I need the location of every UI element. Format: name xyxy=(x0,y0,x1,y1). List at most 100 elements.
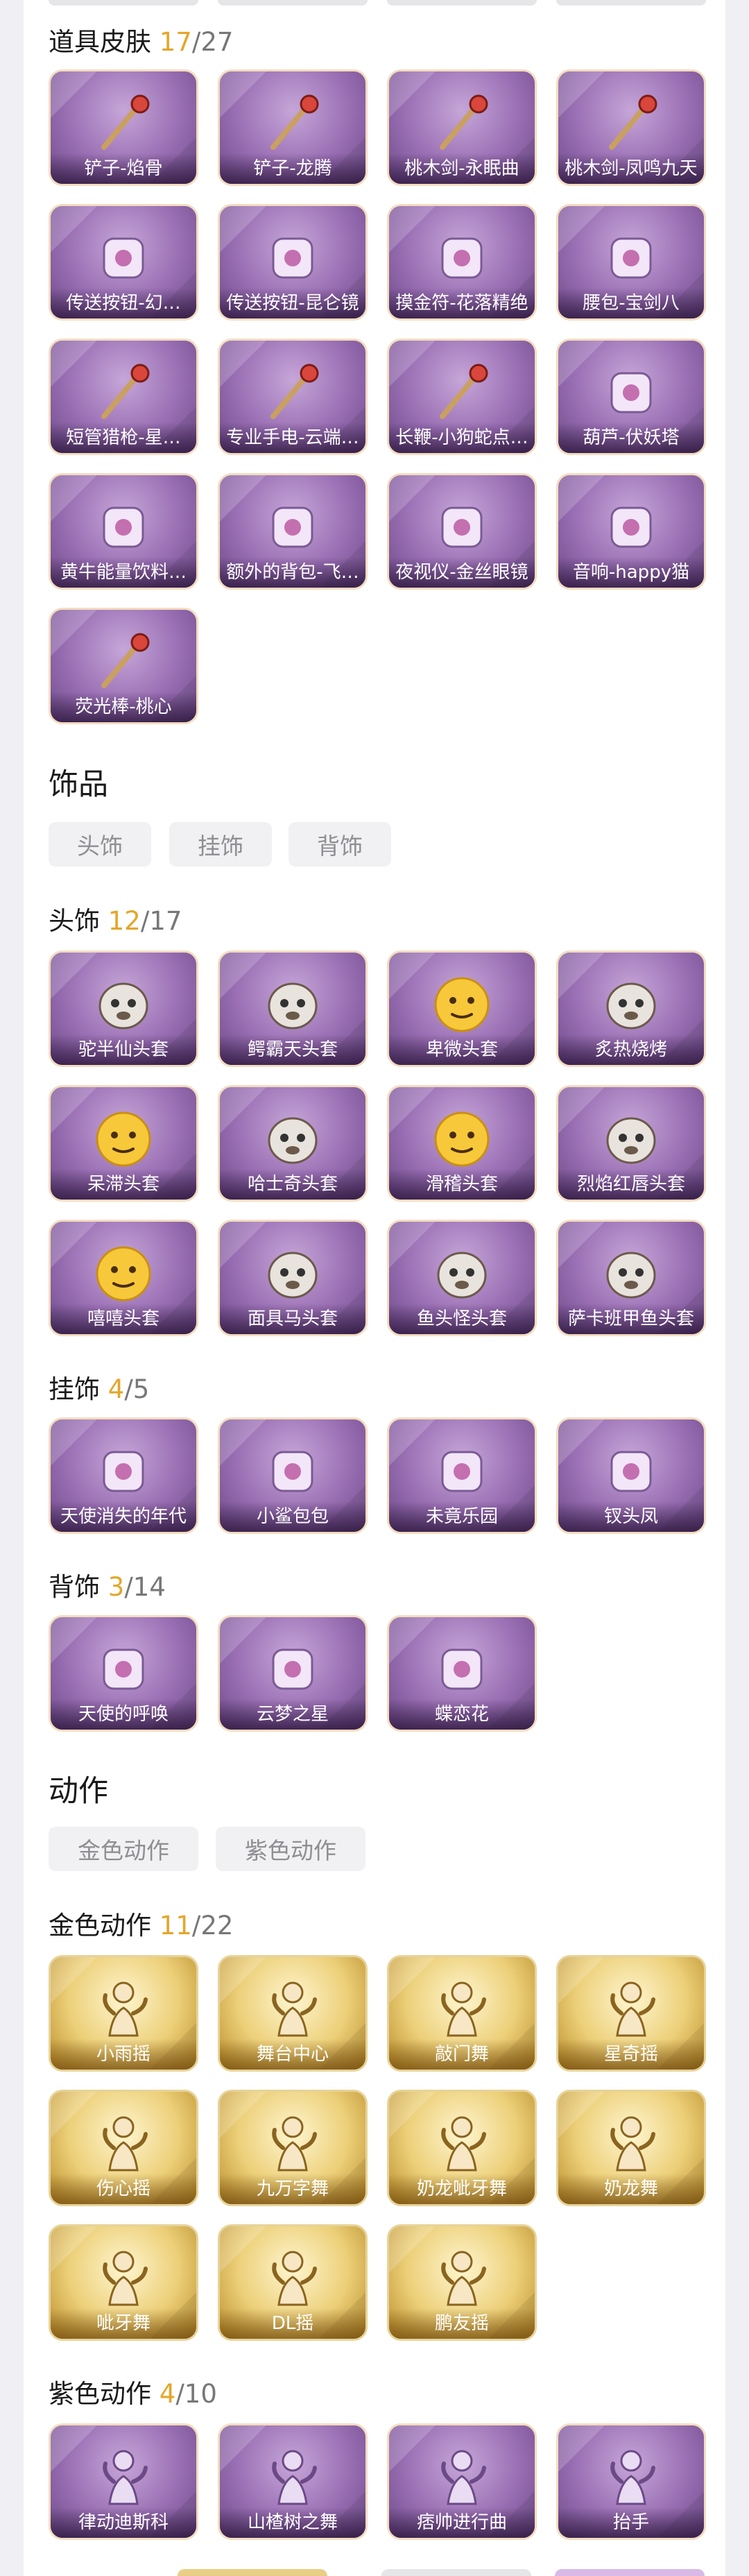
chip-gold-actions[interactable]: 金色动作 xyxy=(49,1827,198,1871)
purple-actions-heading: 紫色动作 4/10 xyxy=(49,2373,217,2410)
collection-item-card[interactable]: 律动迪斯科 xyxy=(49,2423,198,2540)
collection-item-card[interactable]: 鳄霸天头套 xyxy=(218,950,368,1067)
section-title: 紫色动作 xyxy=(49,2379,151,2409)
collection-item-card[interactable]: 钗头凤 xyxy=(556,1417,706,1534)
item-label: 驼半仙头套 xyxy=(51,1034,196,1065)
collection-item-card[interactable]: 烈焰红唇头套 xyxy=(556,1085,706,1202)
owned-count: 3 xyxy=(107,1572,125,1602)
collection-item-card[interactable]: 云梦之星 xyxy=(218,1615,368,1732)
collection-item-card[interactable]: 铲子-焰骨 xyxy=(49,69,198,186)
total-count: /22 xyxy=(191,1911,234,1940)
chip-back[interactable]: 背饰 xyxy=(289,822,391,867)
collection-item-card[interactable]: 额外的背包-飞… xyxy=(218,473,368,590)
device-icon xyxy=(85,220,162,296)
top-tab-stub xyxy=(218,0,368,6)
heart-wand-icon xyxy=(85,624,162,700)
crocodile-head-icon xyxy=(255,966,331,1043)
amulet-icon xyxy=(424,220,500,296)
dance-icon xyxy=(255,2106,331,2182)
collection-item-card[interactable]: 面具马头套 xyxy=(218,1220,368,1336)
back-grid: 天使的呼唤 云梦之星 蝶恋花 xyxy=(49,1615,713,1734)
collection-item-card[interactable]: 萨卡班甲鱼头套 xyxy=(556,1220,706,1336)
collection-item-card[interactable]: 鱼头怪头套 xyxy=(387,1220,537,1336)
fish-head-icon xyxy=(424,1236,500,1312)
panda-head-icon xyxy=(85,966,162,1043)
section-title: 金色动作 xyxy=(49,1911,151,1940)
collection-item-card[interactable]: 黄牛能量饮料… xyxy=(49,473,198,590)
item-label: 黄牛能量饮料… xyxy=(51,557,196,588)
collection-item-card[interactable]: 山楂树之舞 xyxy=(218,2423,368,2540)
collection-item-card[interactable]: 驼半仙头套 xyxy=(49,950,198,1067)
purple-actions-grid: 律动迪斯科 山楂树之舞 痞帅进行曲 抬手 xyxy=(49,2423,713,2543)
collection-item-card[interactable]: 葫芦-伏妖塔 xyxy=(556,339,706,455)
dance-icon xyxy=(593,2106,669,2182)
item-label: 荧光棒-桃心 xyxy=(51,692,196,722)
item-label: 痞帅进行曲 xyxy=(389,2507,535,2538)
collection-item-card[interactable]: 鹏友摇 xyxy=(387,2224,537,2341)
collection-item-card[interactable]: 滑稽头套 xyxy=(387,1085,537,1202)
collection-item-card[interactable]: 天使的呼唤 xyxy=(49,1615,198,1732)
collection-item-card[interactable]: 九万字舞 xyxy=(218,2090,368,2206)
chip-hanging[interactable]: 挂饰 xyxy=(169,822,272,867)
collection-item-card[interactable]: 炙热烧烤 xyxy=(556,950,706,1067)
collection-item-card[interactable]: 星奇摇 xyxy=(556,1955,706,2072)
collection-item-card[interactable]: 音响-happy猫 xyxy=(556,473,706,590)
collection-item-card[interactable]: 小鲨包包 xyxy=(218,1417,368,1534)
collection-item-card[interactable]: 摸金符-花落精绝 xyxy=(387,204,537,321)
back-heading: 背饰 3/14 xyxy=(49,1566,166,1603)
collection-item-card[interactable]: 长鞭-小狗蛇点… xyxy=(387,339,537,455)
chip-headwear[interactable]: 头饰 xyxy=(49,822,151,867)
collection-item-card[interactable]: 桃木剑-永眠曲 xyxy=(387,69,537,186)
collection-item-card[interactable]: 专业手电-云端… xyxy=(218,339,368,455)
item-label: 九万字舞 xyxy=(220,2174,365,2204)
headwear-grid: 驼半仙头套 鳄霸天头套 卑微头套 炙热烧烤呆滞头套 哈士奇头套 滑稽头套 烈焰红唇头套嘻嘻头… xyxy=(49,950,713,1339)
collection-item-card[interactable]: 伤心摇 xyxy=(49,2090,198,2206)
sword-icon xyxy=(593,85,669,162)
collection-item-card[interactable]: 嘻嘻头套 xyxy=(49,1220,198,1336)
fish-head-icon xyxy=(593,1236,669,1312)
bottom-tab-stub xyxy=(381,2569,531,2576)
item-label: 萨卡班甲鱼头套 xyxy=(558,1304,704,1334)
collection-item-card[interactable]: 呆滞头套 xyxy=(49,1085,198,1202)
item-label: 未竟乐园 xyxy=(389,1501,535,1532)
collection-item-card[interactable]: 腰包-宝剑八 xyxy=(556,204,706,321)
collection-item-card[interactable]: 奶龙舞 xyxy=(556,2090,706,2206)
item-label: 摸金符-花落精绝 xyxy=(389,288,535,318)
collection-item-card[interactable]: 桃木剑-凤鸣九天 xyxy=(556,69,706,186)
collection-item-card[interactable]: 奶龙呲牙舞 xyxy=(387,2090,537,2206)
gold-actions-grid: 小雨摇 舞台中心 敲门舞 星奇摇伤心摇 九万字舞 奶龙呲牙舞 奶龙舞呲牙舞 DL摇 鹏友摇 xyxy=(49,1955,713,2344)
phoenix-icon xyxy=(593,1433,669,1510)
collection-item-card[interactable]: 舞台中心 xyxy=(218,1955,368,2072)
collection-item-card[interactable]: 蝶恋花 xyxy=(387,1615,537,1732)
shark-icon xyxy=(255,1433,331,1510)
bag-icon xyxy=(593,220,669,296)
dance-icon xyxy=(255,2240,331,2317)
collection-item-card[interactable]: 小雨摇 xyxy=(49,1955,198,2072)
collection-item-card[interactable]: 痞帅进行曲 xyxy=(387,2423,537,2540)
item-label: DL摇 xyxy=(220,2308,365,2339)
gun-icon xyxy=(85,355,162,431)
item-label: 鱼头怪头套 xyxy=(389,1304,535,1334)
prop-skins-heading: 道具皮肤 17/27 xyxy=(49,21,233,58)
collection-item-card[interactable]: 哈士奇头套 xyxy=(218,1085,368,1202)
collection-item-card[interactable]: 传送按钮-幻… xyxy=(49,204,198,321)
collection-item-card[interactable]: 荧光棒-桃心 xyxy=(49,608,198,724)
collection-item-card[interactable]: 未竟乐园 xyxy=(387,1417,537,1534)
item-label: 传送按钮-幻… xyxy=(51,288,196,318)
collection-item-card[interactable]: 天使消失的年代 xyxy=(49,1417,198,1534)
bbq-head-icon xyxy=(593,966,669,1043)
collection-item-card[interactable]: 传送按钮-昆仑镜 xyxy=(218,204,368,321)
collection-item-card[interactable]: 呲牙舞 xyxy=(49,2224,198,2341)
collection-item-card[interactable]: 短管猎枪-星… xyxy=(49,339,198,455)
item-label: 铲子-龙腾 xyxy=(220,153,365,184)
collection-item-card[interactable]: 卑微头套 xyxy=(387,950,537,1067)
total-count: /5 xyxy=(124,1374,150,1404)
collection-item-card[interactable]: 敲门舞 xyxy=(387,1955,537,2072)
dance-icon xyxy=(255,2439,331,2516)
collection-item-card[interactable]: DL摇 xyxy=(218,2224,368,2341)
chip-purple-actions[interactable]: 紫色动作 xyxy=(216,1827,365,1871)
collection-item-card[interactable]: 夜视仪-金丝眼镜 xyxy=(387,473,537,590)
whip-icon xyxy=(424,355,500,431)
collection-item-card[interactable]: 抬手 xyxy=(556,2423,706,2540)
collection-item-card[interactable]: 铲子-龙腾 xyxy=(218,69,368,186)
